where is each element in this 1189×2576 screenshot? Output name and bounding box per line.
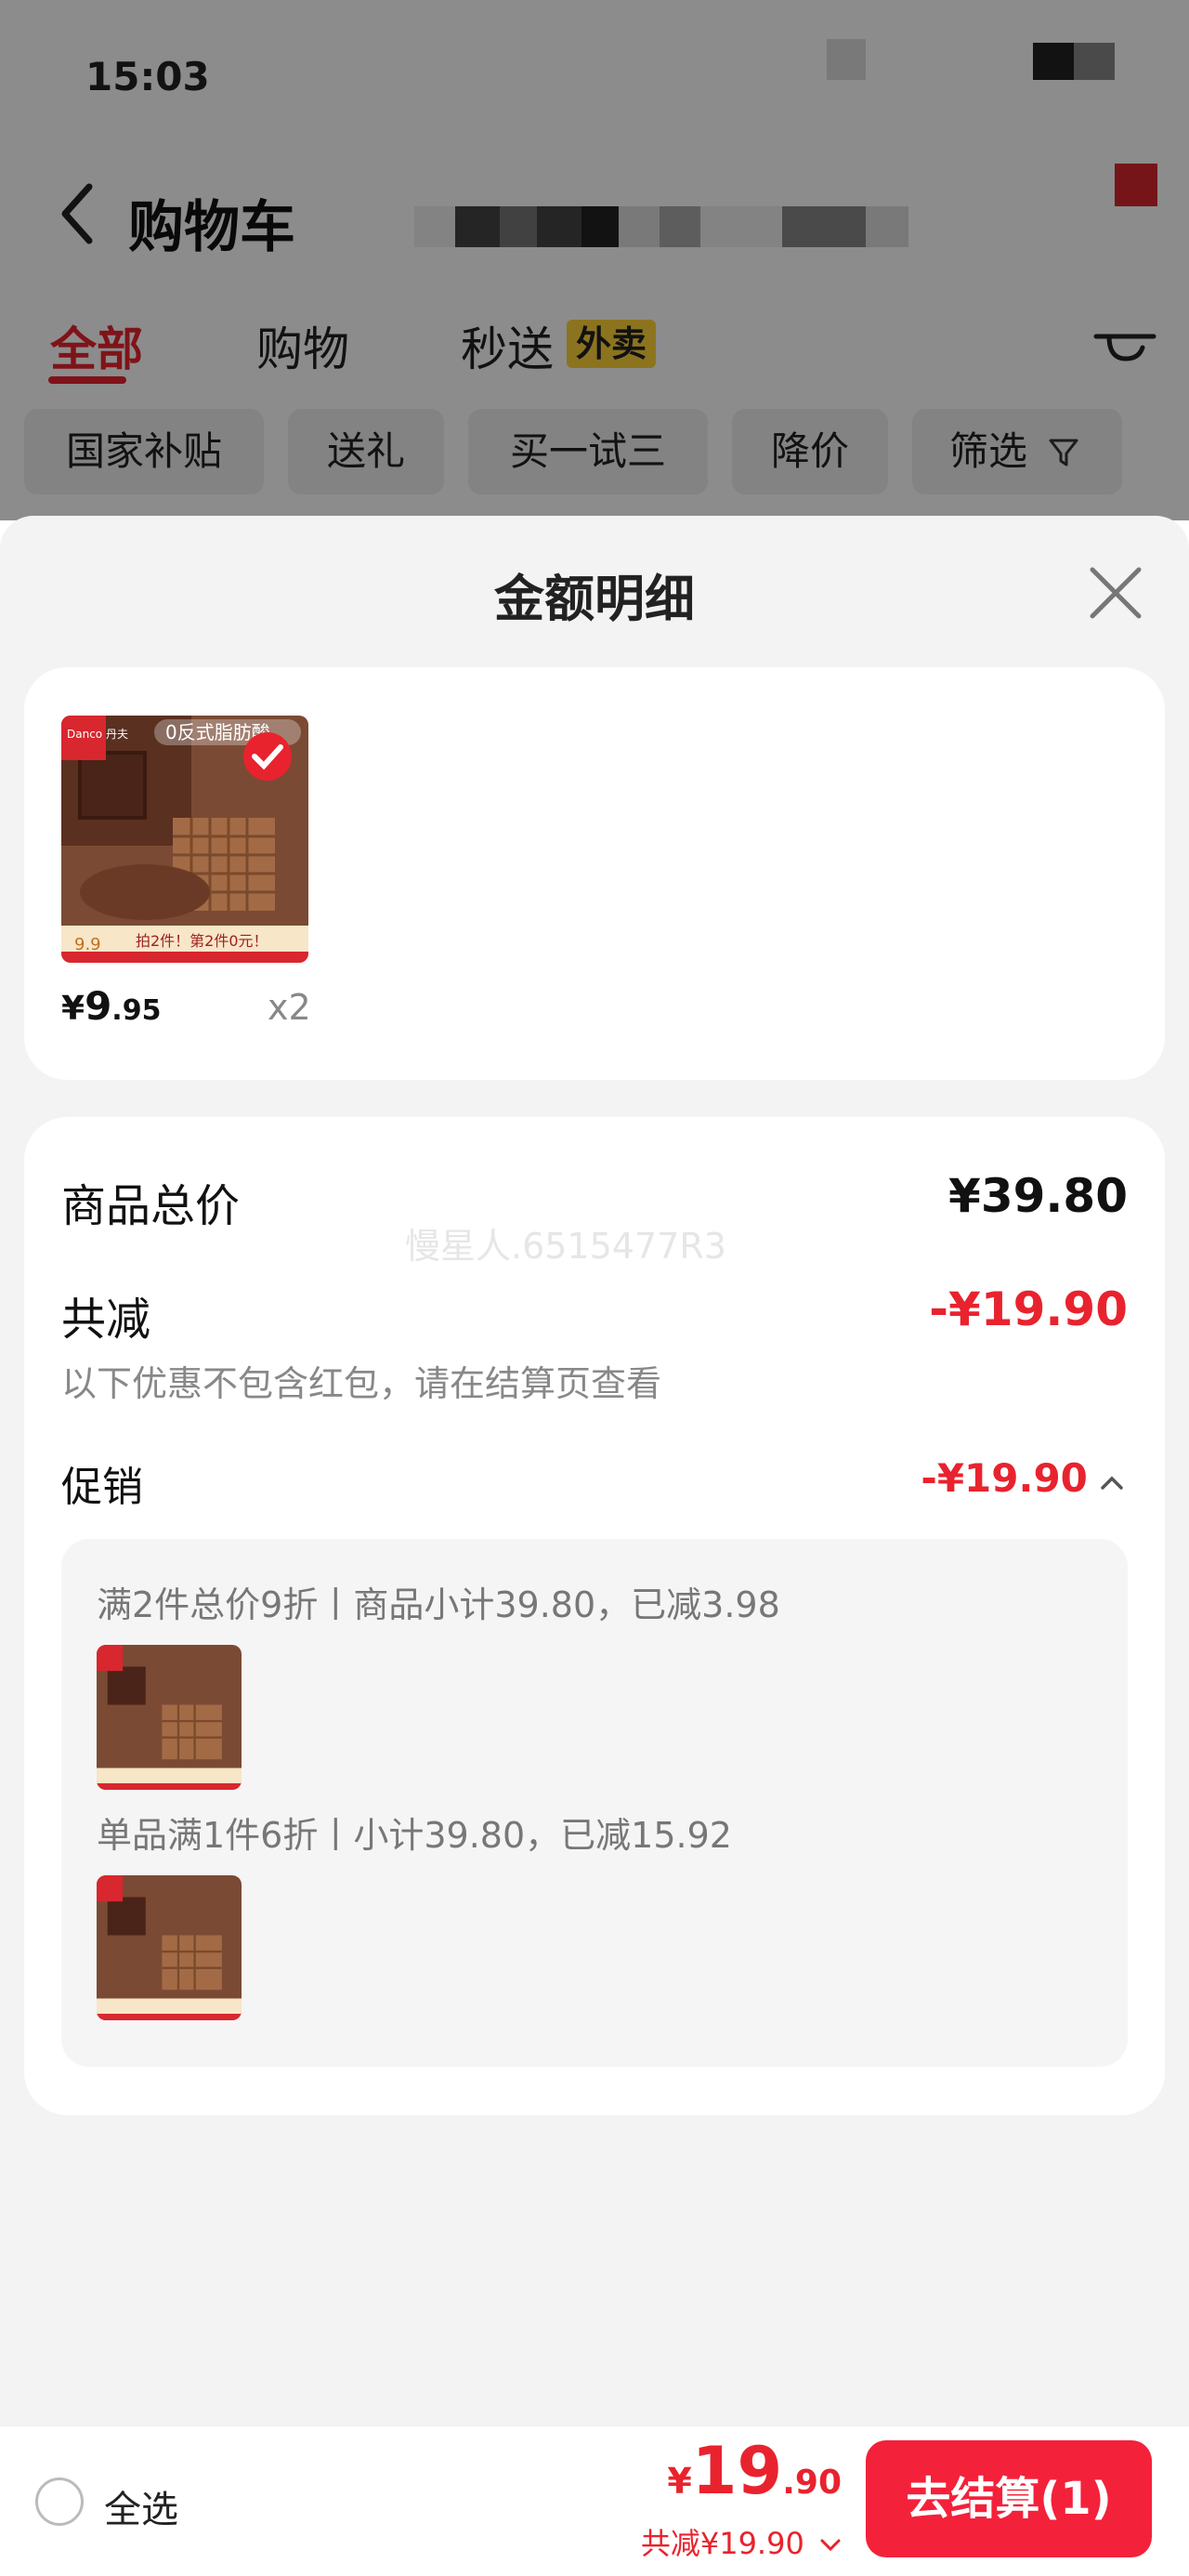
checkout-reduce-text: 共减¥19.90 — [640, 2526, 804, 2561]
watermark: 慢星人.6515477R3 — [405, 1226, 726, 1267]
select-all-label[interactable]: 全选 — [104, 2479, 178, 2533]
promotion-line-2: 单品满1件6折丨小计39.80，已减15.92 — [97, 1815, 732, 1856]
chevron-down-icon — [820, 2539, 841, 2552]
chevron-up-icon — [1101, 1476, 1123, 1490]
reduce-label: 共减 — [61, 1294, 151, 1346]
product-image[interactable]: Danco 丹夫 0反式脂肪酸 拍2件！第2件0元！ 9.9 — [61, 716, 308, 963]
select-all-radio[interactable] — [35, 2477, 84, 2526]
total-price-label: 商品总价 — [61, 1180, 241, 1232]
product-brand-text: Danco 丹夫 — [67, 728, 128, 741]
product-image-price: 9.9 — [74, 935, 101, 954]
redpacket-note: 以下优惠不包含红包，请在结算页查看 — [61, 1363, 662, 1404]
checkout-button[interactable]: 去结算(1) — [866, 2440, 1152, 2557]
dim-overlay[interactable] — [0, 0, 1189, 520]
promotion-product-thumb-1[interactable] — [97, 1645, 242, 1790]
product-unit-price: ¥9.95 — [61, 983, 162, 1029]
sheet-title: 金额明细 — [494, 570, 695, 628]
promotion-product-thumb-2[interactable] — [97, 1875, 242, 2020]
promo-toggle[interactable]: -¥19.90 — [921, 1455, 1124, 1501]
total-price-value: ¥39.80 — [948, 1169, 1128, 1223]
checkout-reduce-toggle[interactable]: 共减¥19.90 — [641, 2520, 842, 2563]
promotion-line-1: 满2件总价9折丨商品小计39.80，已减3.98 — [97, 1584, 780, 1625]
product-quantity: x2 — [268, 987, 311, 1028]
reduce-value: -¥19.90 — [929, 1282, 1128, 1336]
promo-value: -¥19.90 — [921, 1455, 1088, 1501]
product-banner-text: 拍2件！第2件0元！ — [136, 932, 268, 950]
promo-label: 促销 — [61, 1464, 143, 1511]
close-icon[interactable] — [1085, 562, 1146, 624]
checkout-total: ¥19.90 — [667, 2433, 842, 2509]
